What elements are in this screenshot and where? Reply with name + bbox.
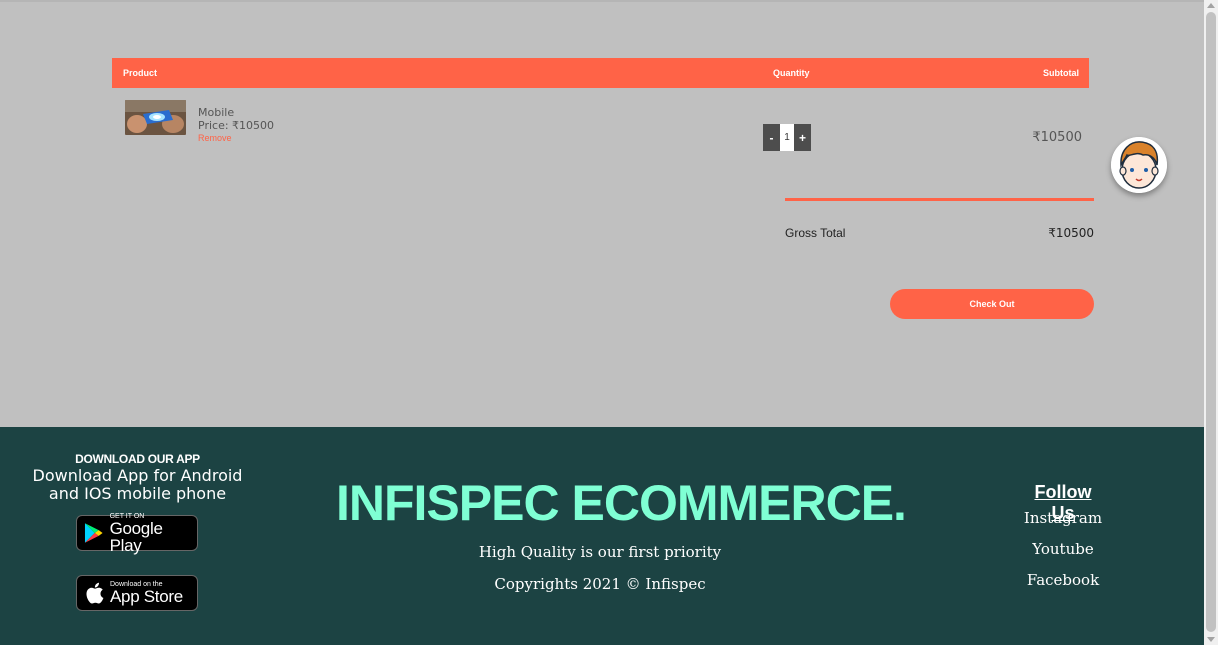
- header-quantity: Quantity: [773, 68, 810, 78]
- item-name: Mobile: [198, 106, 235, 119]
- remove-item-link[interactable]: Remove: [198, 133, 232, 143]
- gross-total-value: ₹10500: [1048, 226, 1094, 240]
- social-link-youtube[interactable]: Youtube: [1013, 540, 1113, 558]
- cart-table-header: Product Quantity Subtotal: [112, 58, 1089, 88]
- quantity-increase-button[interactable]: +: [794, 124, 811, 151]
- cart-section: Product Quantity Subtotal Mobile Price: …: [0, 0, 1204, 427]
- quantity-stepper: - +: [763, 124, 811, 151]
- brand-name: INFISPEC ECOMMERCE.: [336, 475, 907, 531]
- product-thumbnail[interactable]: [125, 100, 186, 135]
- google-play-icon: [84, 523, 103, 543]
- scroll-up-arrow-icon[interactable]: [1207, 3, 1215, 8]
- social-link-instagram[interactable]: Instagram: [1013, 509, 1113, 527]
- avatar-icon[interactable]: [1111, 137, 1167, 193]
- scroll-down-arrow-icon[interactable]: [1207, 637, 1215, 642]
- item-subtotal: ₹10500: [1032, 130, 1082, 145]
- quantity-decrease-button[interactable]: -: [763, 124, 780, 151]
- vertical-scrollbar[interactable]: [1204, 0, 1218, 645]
- header-product: Product: [123, 68, 158, 78]
- totals-divider: [785, 198, 1094, 201]
- page: Product Quantity Subtotal Mobile Price: …: [0, 0, 1204, 645]
- download-title: DOWNLOAD OUR APP: [75, 452, 200, 466]
- item-price: Price: ₹10500: [198, 119, 275, 132]
- social-link-facebook[interactable]: Facebook: [1013, 571, 1113, 589]
- scroll-thumb[interactable]: [1206, 12, 1216, 632]
- download-subtitle: Download App for Android and IOS mobile …: [32, 466, 243, 503]
- quantity-input[interactable]: [780, 124, 794, 151]
- checkout-button[interactable]: Check Out: [890, 289, 1094, 319]
- header-subtotal: Subtotal: [1043, 68, 1079, 78]
- footer: DOWNLOAD OUR APP Download App for Androi…: [0, 427, 1204, 645]
- gross-total-label: Gross Total: [785, 226, 846, 240]
